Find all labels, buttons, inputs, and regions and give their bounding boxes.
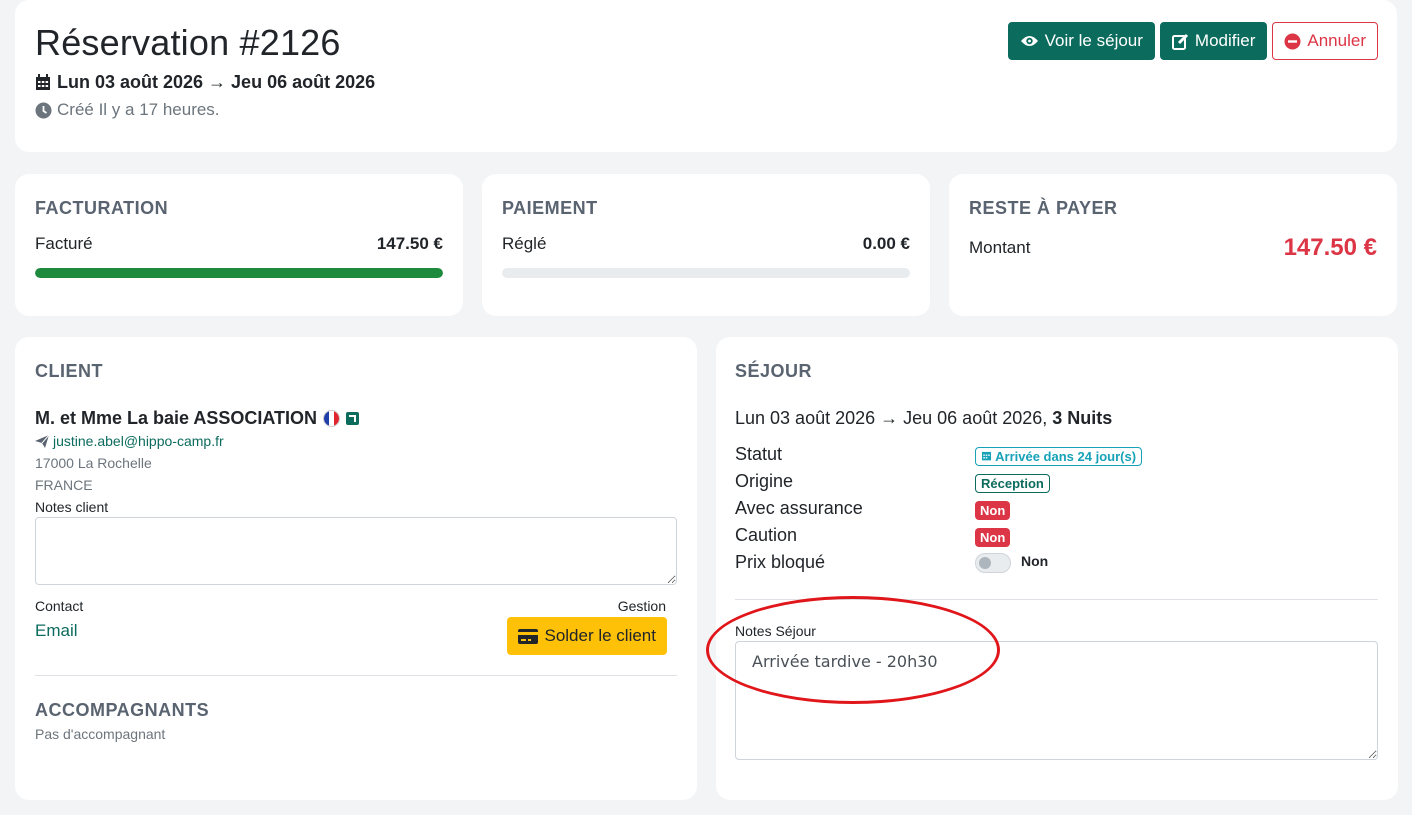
credit-card-icon: [518, 628, 539, 644]
created-text: Créé Il y a 17 heures.: [57, 100, 220, 119]
price-lock-value: Non: [1021, 553, 1049, 569]
client-notes-label: Notes client: [35, 499, 109, 515]
billing-label: Facturé: [35, 234, 93, 253]
calendar-icon: [36, 74, 50, 90]
france-flag-icon: [323, 410, 341, 427]
clock-icon: [35, 102, 52, 118]
eye-icon: [1020, 36, 1038, 46]
calendar-icon: [981, 451, 992, 461]
companions-empty: Pas d'accompagnant: [35, 726, 166, 742]
stay-dates: Lun 03 août 2026 → Jeu 06 août 2026,: [735, 408, 1048, 428]
client-city: 17000 La Rochelle: [35, 455, 152, 471]
stay-divider: [735, 599, 1378, 600]
edit-label: Modifier: [1194, 31, 1256, 50]
minus-circle-icon: [1284, 33, 1301, 49]
view-stay-label: Voir le séjour: [1044, 31, 1143, 50]
settle-client-button[interactable]: Solder le client: [507, 617, 667, 655]
stay-card: SÉJOUR Lun 03 août 2026 → Jeu 06 août 20…: [716, 337, 1398, 800]
reservation-dates: Lun 03 août 2026 → Jeu 06 août 2026: [35, 72, 375, 93]
stay-nights: 3 Nuits: [1052, 408, 1113, 428]
edit-button[interactable]: Modifier: [1159, 22, 1268, 60]
email-contact-link[interactable]: Email: [35, 621, 78, 641]
payment-label: Réglé: [502, 234, 547, 253]
balance-title: RESTE À PAYER: [969, 198, 1118, 218]
status-badge: Arrivée dans 24 jour(s): [975, 447, 1143, 466]
deposit-row: Caution Non: [735, 525, 1355, 547]
balance-value: 147.50 €: [1283, 234, 1377, 261]
client-name-row: M. et Mme La baie ASSOCIATION: [35, 408, 360, 429]
stay-title: SÉJOUR: [735, 361, 813, 381]
page-title: Réservation #2126: [35, 22, 341, 63]
balance-card: RESTE À PAYER Montant 147.50 €: [949, 174, 1397, 316]
edit-icon: [1171, 33, 1188, 50]
billing-progress-fill: [35, 268, 443, 278]
created-info: Créé Il y a 17 heures.: [35, 100, 220, 120]
client-notes-textarea[interactable]: [35, 517, 677, 585]
header-actions: Voir le séjour Modifier Annuler: [1007, 22, 1378, 60]
insurance-row: Avec assurance Non: [735, 498, 1355, 520]
cancel-label: Annuler: [1307, 31, 1366, 50]
price-lock-label: Prix bloqué: [735, 552, 826, 572]
billing-progress-bar: [35, 268, 443, 278]
payment-card: PAIEMENT Réglé 0.00 €: [482, 174, 930, 316]
reservation-header-card: Réservation #2126 Lun 03 août 2026 → Jeu…: [15, 0, 1397, 152]
price-lock-toggle[interactable]: [975, 553, 1011, 573]
view-stay-button[interactable]: Voir le séjour: [1007, 22, 1155, 60]
price-lock-row: Prix bloqué Non: [735, 552, 1355, 573]
payment-progress-bar: [502, 268, 910, 278]
origin-badge: Réception: [975, 474, 1050, 493]
reservation-dates-text: Lun 03 août 2026 → Jeu 06 août 2026: [57, 72, 376, 92]
external-link-icon[interactable]: [346, 412, 360, 425]
status-value: Arrivée dans 24 jour(s): [995, 449, 1137, 464]
payment-title: PAIEMENT: [502, 198, 598, 218]
deposit-badge: Non: [975, 528, 1011, 547]
stay-notes-textarea[interactable]: [735, 641, 1378, 760]
deposit-label: Caution: [735, 525, 798, 545]
stay-dates-row: Lun 03 août 2026 → Jeu 06 août 2026, 3 N…: [735, 408, 1112, 429]
origin-label: Origine: [735, 471, 794, 491]
client-divider: [35, 675, 677, 676]
client-name[interactable]: M. et Mme La baie ASSOCIATION: [35, 408, 317, 429]
client-title: CLIENT: [35, 361, 103, 381]
payment-value: 0.00 €: [862, 234, 910, 253]
paper-plane-icon: [35, 434, 49, 448]
client-card: CLIENT M. et Mme La baie ASSOCIATION jus…: [15, 337, 697, 800]
cancel-button[interactable]: Annuler: [1272, 22, 1378, 60]
insurance-label: Avec assurance: [735, 498, 863, 518]
status-row: Statut Arrivée dans 24 jour(s): [735, 444, 1355, 466]
balance-label: Montant: [969, 238, 1031, 257]
billing-card: FACTURATION Facturé 147.50 €: [15, 174, 463, 316]
billing-value: 147.50 €: [376, 234, 443, 253]
companions-title: ACCOMPAGNANTS: [35, 700, 210, 720]
client-country: FRANCE: [35, 477, 93, 493]
gestion-label: Gestion: [617, 598, 666, 614]
insurance-badge: Non: [975, 501, 1011, 520]
origin-row: Origine Réception: [735, 471, 1355, 493]
stay-notes-label: Notes Séjour: [735, 623, 816, 639]
contact-label: Contact: [35, 598, 84, 614]
client-email[interactable]: justine.abel@hippo-camp.fr: [53, 433, 224, 449]
billing-title: FACTURATION: [35, 198, 169, 218]
client-email-row[interactable]: justine.abel@hippo-camp.fr: [35, 433, 224, 449]
settle-client-label: Solder le client: [544, 626, 656, 645]
status-label: Statut: [735, 444, 783, 464]
